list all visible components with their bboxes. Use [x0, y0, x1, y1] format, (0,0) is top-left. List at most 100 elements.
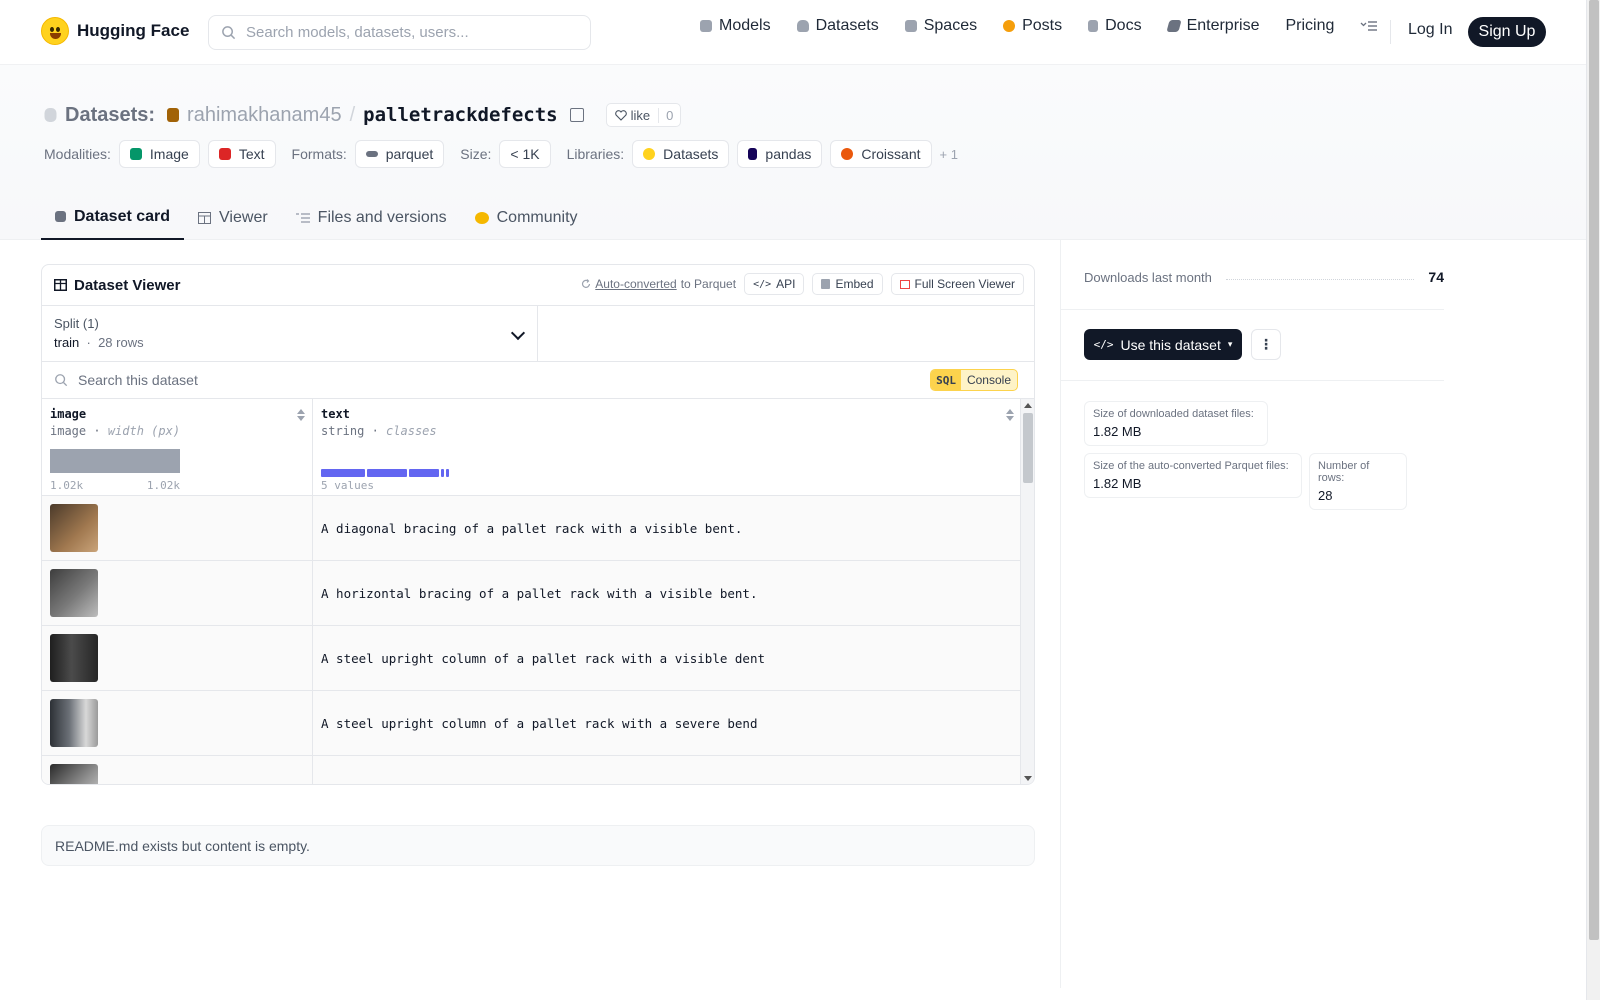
tab-community-label: Community [496, 208, 578, 226]
nav-datasets[interactable]: Datasets [796, 17, 879, 35]
like-button[interactable]: like 0 [605, 103, 682, 127]
table-scrollbar[interactable] [1020, 399, 1034, 784]
section-label[interactable]: Datasets: [65, 104, 155, 127]
nav-docs[interactable]: Docs [1088, 17, 1142, 35]
table-row[interactable]: A horizontal bracing of a pallet rack wi… [42, 561, 1034, 626]
tag-text-label: Text [238, 146, 265, 162]
class-segment[interactable] [321, 469, 365, 477]
table-row[interactable]: A steel upright column of a pallet rack … [42, 691, 1034, 756]
class-segment[interactable] [441, 469, 444, 477]
nav-posts-label: Posts [1022, 17, 1063, 34]
tag-parquet[interactable]: parquet [354, 140, 445, 168]
more-options-button[interactable]: ⋮ [1251, 329, 1281, 360]
dataset-search-input[interactable] [78, 372, 578, 388]
tag-croissant[interactable]: Croissant [830, 140, 932, 168]
more-tags[interactable]: + 1 [940, 147, 958, 162]
embed-icon [821, 279, 831, 289]
tag-image[interactable]: Image [118, 140, 200, 168]
text-cell[interactable]: A steel upright column of a pallet rack … [313, 626, 1021, 690]
nav-pricing[interactable]: Pricing [1285, 17, 1334, 35]
column-image-type-text: image [50, 424, 87, 438]
repo-name[interactable]: palletrackdefects [363, 104, 557, 126]
brand-logo[interactable]: Hugging Face [41, 17, 189, 45]
auto-converted-link[interactable]: Auto-converted [595, 277, 676, 291]
tag-datasets[interactable]: Datasets [632, 140, 730, 168]
stat-value: 1.82 MB [1093, 424, 1142, 439]
image-cell[interactable] [42, 496, 313, 560]
row-thumbnail[interactable] [50, 764, 98, 784]
nav-datasets-label: Datasets [815, 17, 879, 34]
global-search[interactable] [208, 15, 591, 50]
dataset-search[interactable]: SQL Console [42, 362, 1034, 399]
api-button[interactable]: </> API [744, 273, 805, 295]
row-thumbnail[interactable] [50, 634, 98, 682]
class-distribution-bar[interactable] [321, 469, 449, 477]
nav-enterprise[interactable]: Enterprise [1165, 17, 1259, 35]
table-row[interactable]: A diagonal bracing of a pallet rack with… [42, 496, 1034, 561]
nav-more-menu[interactable] [1360, 20, 1378, 32]
tag-pandas[interactable]: pandas [737, 140, 823, 168]
image-cell[interactable] [42, 626, 313, 690]
class-segment[interactable] [446, 469, 449, 477]
column-image[interactable]: image image · width (px) 1.02k 1.02k [42, 399, 313, 495]
row-thumbnail[interactable] [50, 504, 98, 552]
database-icon [796, 20, 809, 32]
image-cell[interactable] [42, 756, 313, 784]
embed-button[interactable]: Embed [812, 273, 883, 295]
nav-models-label: Models [719, 17, 771, 34]
tag-text[interactable]: Text [207, 140, 276, 168]
split-label: Split (1) [54, 316, 99, 331]
image-cell[interactable] [42, 561, 313, 625]
scroll-up-arrow-icon[interactable] [1024, 403, 1032, 408]
table-row[interactable] [42, 756, 1034, 784]
tab-files[interactable]: Files and versions [282, 195, 461, 240]
tab-viewer[interactable]: Viewer [184, 195, 282, 240]
split-bar: Split (1) train · 28 rows [42, 306, 1034, 362]
split-selector[interactable]: Split (1) train · 28 rows [42, 306, 538, 361]
tab-community[interactable]: Community [461, 195, 592, 240]
class-segment[interactable] [367, 469, 407, 477]
tab-dataset-card[interactable]: Dataset card [41, 195, 185, 240]
fullscreen-viewer-button[interactable]: Full Screen Viewer [890, 273, 1024, 295]
hugging-face-logo-icon [41, 17, 69, 45]
sql-console-button[interactable]: SQL Console [930, 369, 1018, 391]
global-search-input[interactable] [246, 24, 566, 41]
page-scroll-thumb[interactable] [1589, 0, 1599, 940]
image-cell[interactable] [42, 691, 313, 755]
table-scroll-thumb[interactable] [1023, 413, 1033, 483]
sidebar-divider [1061, 380, 1444, 381]
login-link[interactable]: Log In [1408, 21, 1452, 39]
viewer-title-text: Dataset Viewer [74, 276, 181, 294]
text-cell[interactable]: A diagonal bracing of a pallet rack with… [313, 496, 1021, 560]
nav-models[interactable]: Models [700, 17, 771, 35]
histogram-min: 1.02k [50, 479, 84, 492]
community-icon [474, 211, 489, 224]
sort-icon[interactable] [1006, 409, 1015, 423]
copy-icon[interactable] [569, 108, 584, 122]
page-scrollbar[interactable] [1586, 0, 1600, 1000]
tag-size[interactable]: < 1K [499, 140, 551, 168]
nav-spaces[interactable]: Spaces [904, 17, 977, 35]
tag-row: Modalities: Image Text Formats: parquet … [44, 140, 958, 168]
row-thumbnail[interactable] [50, 569, 98, 617]
downloads-count: 74 [1428, 269, 1444, 285]
column-text[interactable]: text string · classes 5 values [313, 399, 1021, 495]
nav-posts[interactable]: Posts [1003, 17, 1062, 35]
use-this-dataset-button[interactable]: </> Use this dataset ▾ [1084, 329, 1242, 360]
formats-label: Formats: [291, 146, 347, 162]
auto-converted-note: Auto-converted to Parquet [581, 277, 736, 291]
signup-button[interactable]: Sign Up [1468, 17, 1546, 47]
tag-croissant-label: Croissant [861, 146, 921, 162]
text-cell[interactable]: A steel upright column of a pallet rack … [313, 691, 1021, 755]
sort-icon[interactable] [297, 409, 306, 423]
column-headers: image image · width (px) 1.02k 1.02k text… [42, 399, 1034, 496]
text-cell[interactable]: A horizontal bracing of a pallet rack wi… [313, 561, 1021, 625]
class-segment[interactable] [409, 469, 439, 477]
table-row[interactable]: A steel upright column of a pallet rack … [42, 626, 1034, 691]
like-label: like [630, 107, 651, 123]
scroll-down-arrow-icon[interactable] [1024, 776, 1032, 781]
row-thumbnail[interactable] [50, 699, 98, 747]
text-cell[interactable] [313, 756, 1021, 784]
width-histogram-bar[interactable] [50, 449, 180, 473]
owner-link[interactable]: rahimakhanam45 [187, 104, 342, 127]
